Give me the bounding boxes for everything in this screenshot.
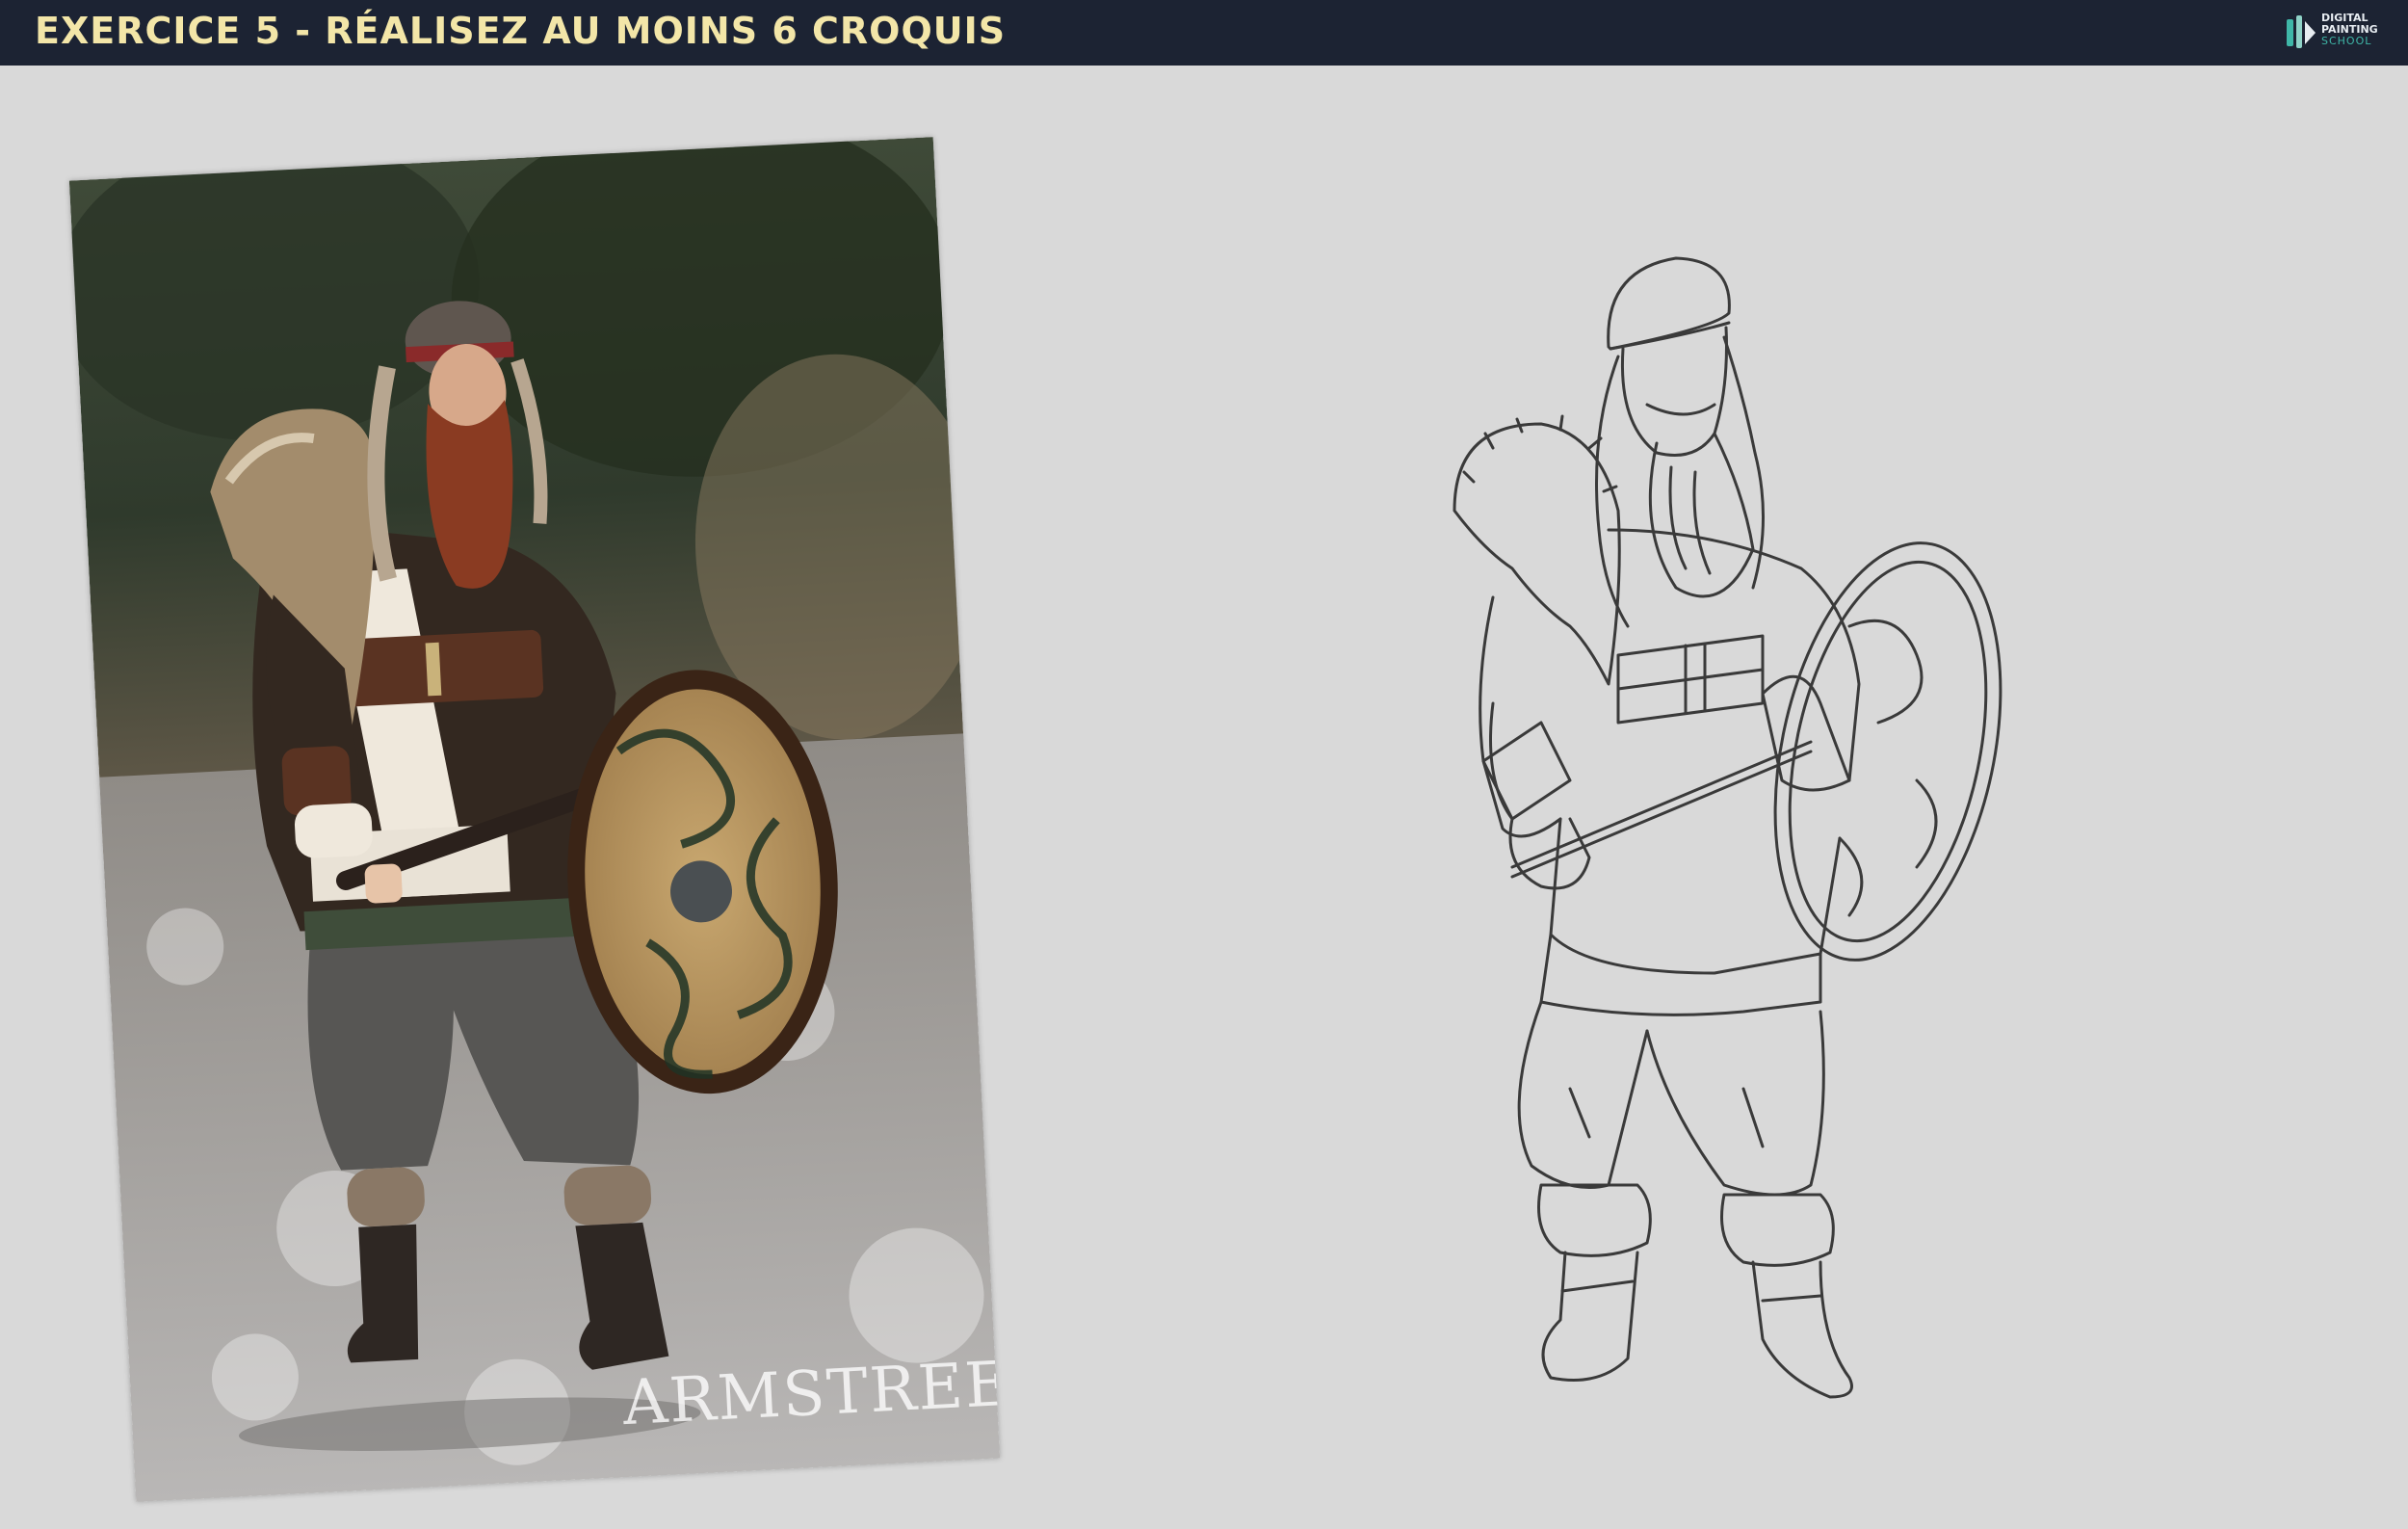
logo-line-3: SCHOOL <box>2321 35 2372 47</box>
viking-photo-image <box>68 137 1001 1502</box>
page-title: EXERCICE 5 - RÉALISEZ AU MOINS 6 CROQUIS <box>35 10 1007 52</box>
reference-photo: ARMSTREET <box>68 137 1001 1502</box>
brush-logo-icon <box>2287 15 2316 48</box>
viking-sketch-drawing <box>1453 256 2002 1399</box>
school-logo: DIGITAL PAINTING SCHOOL <box>2285 12 2391 54</box>
header-bar: EXERCICE 5 - RÉALISEZ AU MOINS 6 CROQUIS… <box>0 0 2408 66</box>
